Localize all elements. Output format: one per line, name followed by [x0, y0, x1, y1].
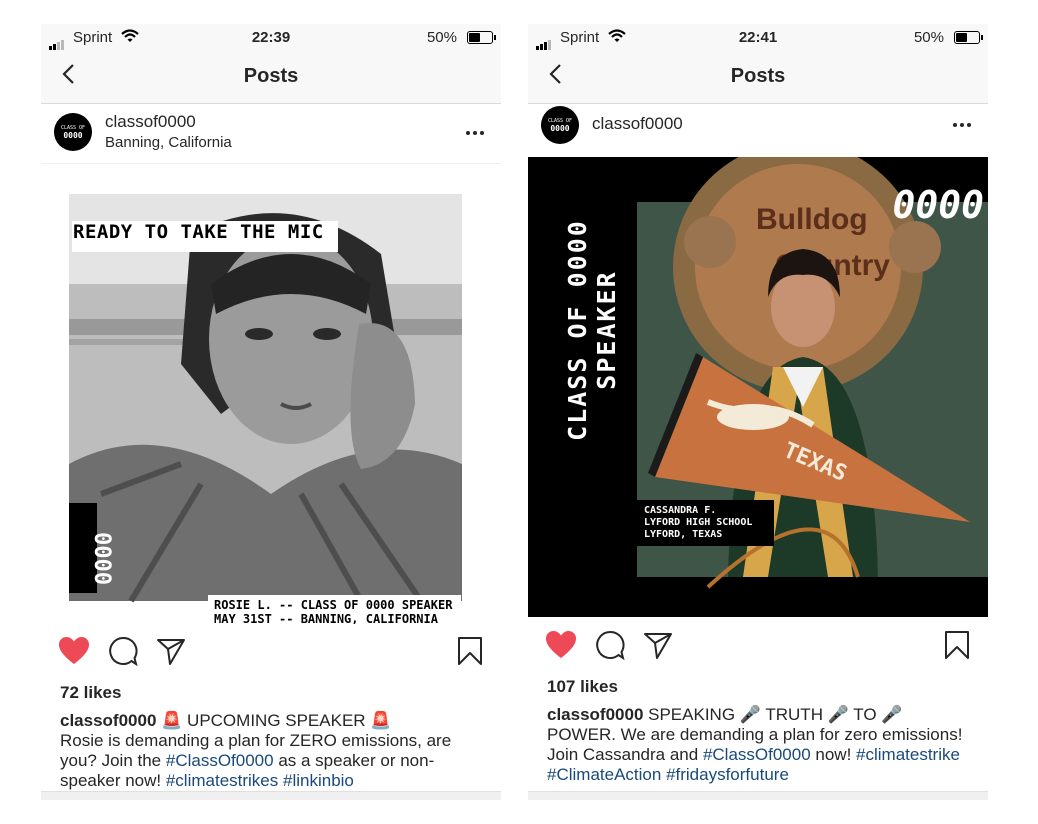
- hashtag-link[interactable]: #ClassOf0000: [703, 745, 811, 764]
- username[interactable]: classof0000: [105, 112, 196, 132]
- caption-text: now!: [810, 745, 857, 764]
- save-bookmark-icon[interactable]: [944, 630, 970, 660]
- status-bar: Sprint 22:39 50%: [41, 24, 501, 52]
- caption-username[interactable]: classof0000: [60, 711, 156, 730]
- image-caption-line1: ROSIE L. -- CLASS OF 0000 SPEAKER: [214, 598, 453, 612]
- nav-bar: Posts: [528, 52, 988, 104]
- post-image[interactable]: Bulldog Country TEXAS CLASS OF 0000 SPEA…: [528, 157, 988, 617]
- like-heart-icon[interactable]: [58, 636, 90, 666]
- bottom-divider: [41, 791, 501, 800]
- username[interactable]: classof0000: [592, 114, 683, 134]
- post-caption: classof0000 🚨 UPCOMING SPEAKER 🚨 Rosie i…: [60, 711, 485, 791]
- siren-emoji: 🚨: [370, 711, 392, 730]
- hashtag-link[interactable]: #ClassOf0000: [166, 751, 274, 770]
- hashtag-link[interactable]: #climatestrike: [856, 745, 960, 764]
- microphone-emoji: 🎤: [881, 705, 903, 724]
- avatar-number: 0000: [550, 124, 570, 133]
- post-caption: classof0000 SPEAKING 🎤 TRUTH 🎤 TO 🎤 POWE…: [547, 705, 972, 785]
- save-bookmark-icon[interactable]: [457, 636, 483, 666]
- likes-count[interactable]: 107 likes: [547, 677, 618, 697]
- microphone-emoji: 🎤: [739, 705, 761, 724]
- hashtag-link[interactable]: #linkinbio: [283, 771, 354, 790]
- image-side-number: 0000: [92, 532, 118, 585]
- sign-text-1: Bulldog: [756, 203, 868, 236]
- action-bar: [528, 630, 988, 666]
- phone-screen-right: Sprint 22:41 50% Posts CLASS OF 0000 clas…: [528, 24, 988, 800]
- likes-count[interactable]: 72 likes: [60, 683, 121, 703]
- post-header: CLASS OF 0000 classof0000: [528, 104, 988, 156]
- page-title: Posts: [243, 65, 299, 87]
- page-title: Posts: [730, 65, 786, 87]
- post-image[interactable]: READY TO TAKE THE MIC 0000 ROSIE L. -- C…: [41, 164, 501, 624]
- caption-text: SPEAKING: [643, 705, 740, 724]
- hashtag-link[interactable]: #fridaysforfuture: [666, 765, 789, 784]
- battery-percent: 50%: [426, 29, 457, 46]
- battery-icon: [954, 31, 983, 44]
- caption-headline: UPCOMING SPEAKER: [182, 711, 371, 730]
- status-bar: Sprint 22:41 50%: [528, 24, 988, 52]
- image-headline: READY TO TAKE THE MIC: [73, 221, 324, 243]
- like-heart-icon[interactable]: [545, 630, 577, 660]
- more-options-icon[interactable]: [950, 120, 974, 130]
- siren-emoji: 🚨: [161, 711, 183, 730]
- nav-bar: Posts: [41, 52, 501, 104]
- share-icon[interactable]: [643, 630, 673, 660]
- vertical-title: CLASS OF 0000 SPEAKER: [563, 219, 621, 441]
- speaker-school: LYFORD HIGH SCHOOL: [644, 517, 753, 528]
- corner-number: 0000: [892, 183, 984, 227]
- more-options-icon[interactable]: [463, 128, 487, 138]
- location-link[interactable]: Banning, California: [105, 134, 232, 151]
- comment-icon[interactable]: [108, 636, 138, 666]
- battery-percent: 50%: [913, 29, 944, 46]
- image-caption-line2: MAY 31ST -- BANNING, CALIFORNIA: [214, 612, 438, 624]
- action-bar: [41, 636, 501, 672]
- share-icon[interactable]: [156, 636, 186, 666]
- comment-icon[interactable]: [595, 630, 625, 660]
- avatar[interactable]: CLASS OF 0000: [54, 113, 92, 151]
- bottom-divider: [528, 791, 988, 800]
- hashtag-link[interactable]: #ClimateAction: [547, 765, 661, 784]
- hashtag-link[interactable]: #climatestrikes: [166, 771, 278, 790]
- speaker-city: LYFORD, TEXAS: [644, 529, 723, 540]
- microphone-emoji: 🎤: [827, 705, 849, 724]
- post-header: CLASS OF 0000 classof0000 Banning, Califo…: [41, 104, 501, 164]
- speaker-name: CASSANDRA F.: [644, 505, 717, 516]
- battery-icon: [467, 31, 496, 44]
- caption-text: TRUTH: [760, 705, 828, 724]
- avatar-number: 0000: [63, 131, 83, 140]
- phone-screen-left: Sprint 22:39 50% Posts CLASS OF 0000 clas…: [41, 24, 501, 800]
- caption-text: TO: [848, 705, 882, 724]
- avatar[interactable]: CLASS OF 0000: [541, 106, 579, 144]
- caption-username[interactable]: classof0000: [547, 705, 643, 724]
